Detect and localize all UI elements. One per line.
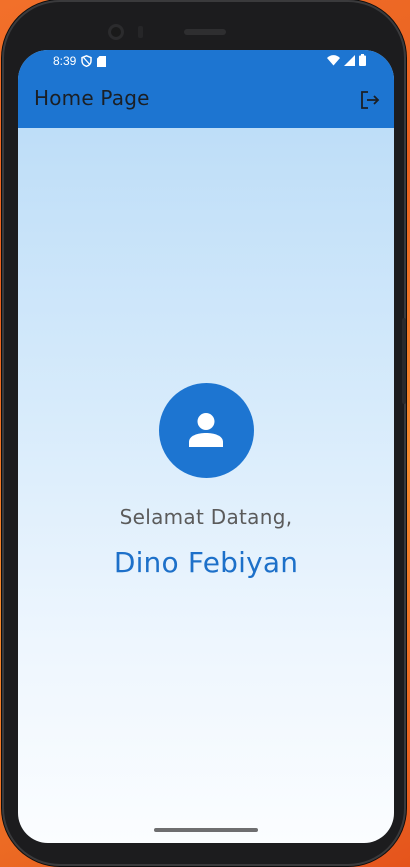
status-bar: 8:39 xyxy=(18,50,394,72)
phone-frame: 8:39 Home Page Selamat Datang, Dino Febi… xyxy=(2,0,406,866)
user-name: Dino Febiyan xyxy=(113,546,299,579)
proximity-sensor xyxy=(138,26,143,38)
logout-icon xyxy=(358,91,382,116)
app-screen: 8:39 Home Page Selamat Datang, Dino Febi… xyxy=(18,50,394,843)
avatar xyxy=(158,383,254,478)
welcome-section: Selamat Datang, Dino Febiyan xyxy=(18,383,394,579)
home-indicator[interactable] xyxy=(154,828,258,832)
wifi-icon xyxy=(327,54,340,66)
page-title: Home Page xyxy=(34,86,150,110)
status-bar-right xyxy=(327,54,366,66)
power-button xyxy=(402,318,406,404)
signal-icon xyxy=(344,54,355,66)
greeting-text: Selamat Datang, xyxy=(119,505,293,529)
shield-icon xyxy=(81,55,93,67)
battery-icon xyxy=(359,54,366,66)
sim-card-icon xyxy=(97,55,107,67)
status-time: 8:39 xyxy=(53,54,77,68)
status-bar-left: 8:39 xyxy=(53,54,107,68)
logout-button[interactable] xyxy=(358,88,382,112)
app-bar: Home Page xyxy=(18,72,394,128)
earpiece-speaker xyxy=(184,29,226,35)
front-camera xyxy=(108,24,124,40)
